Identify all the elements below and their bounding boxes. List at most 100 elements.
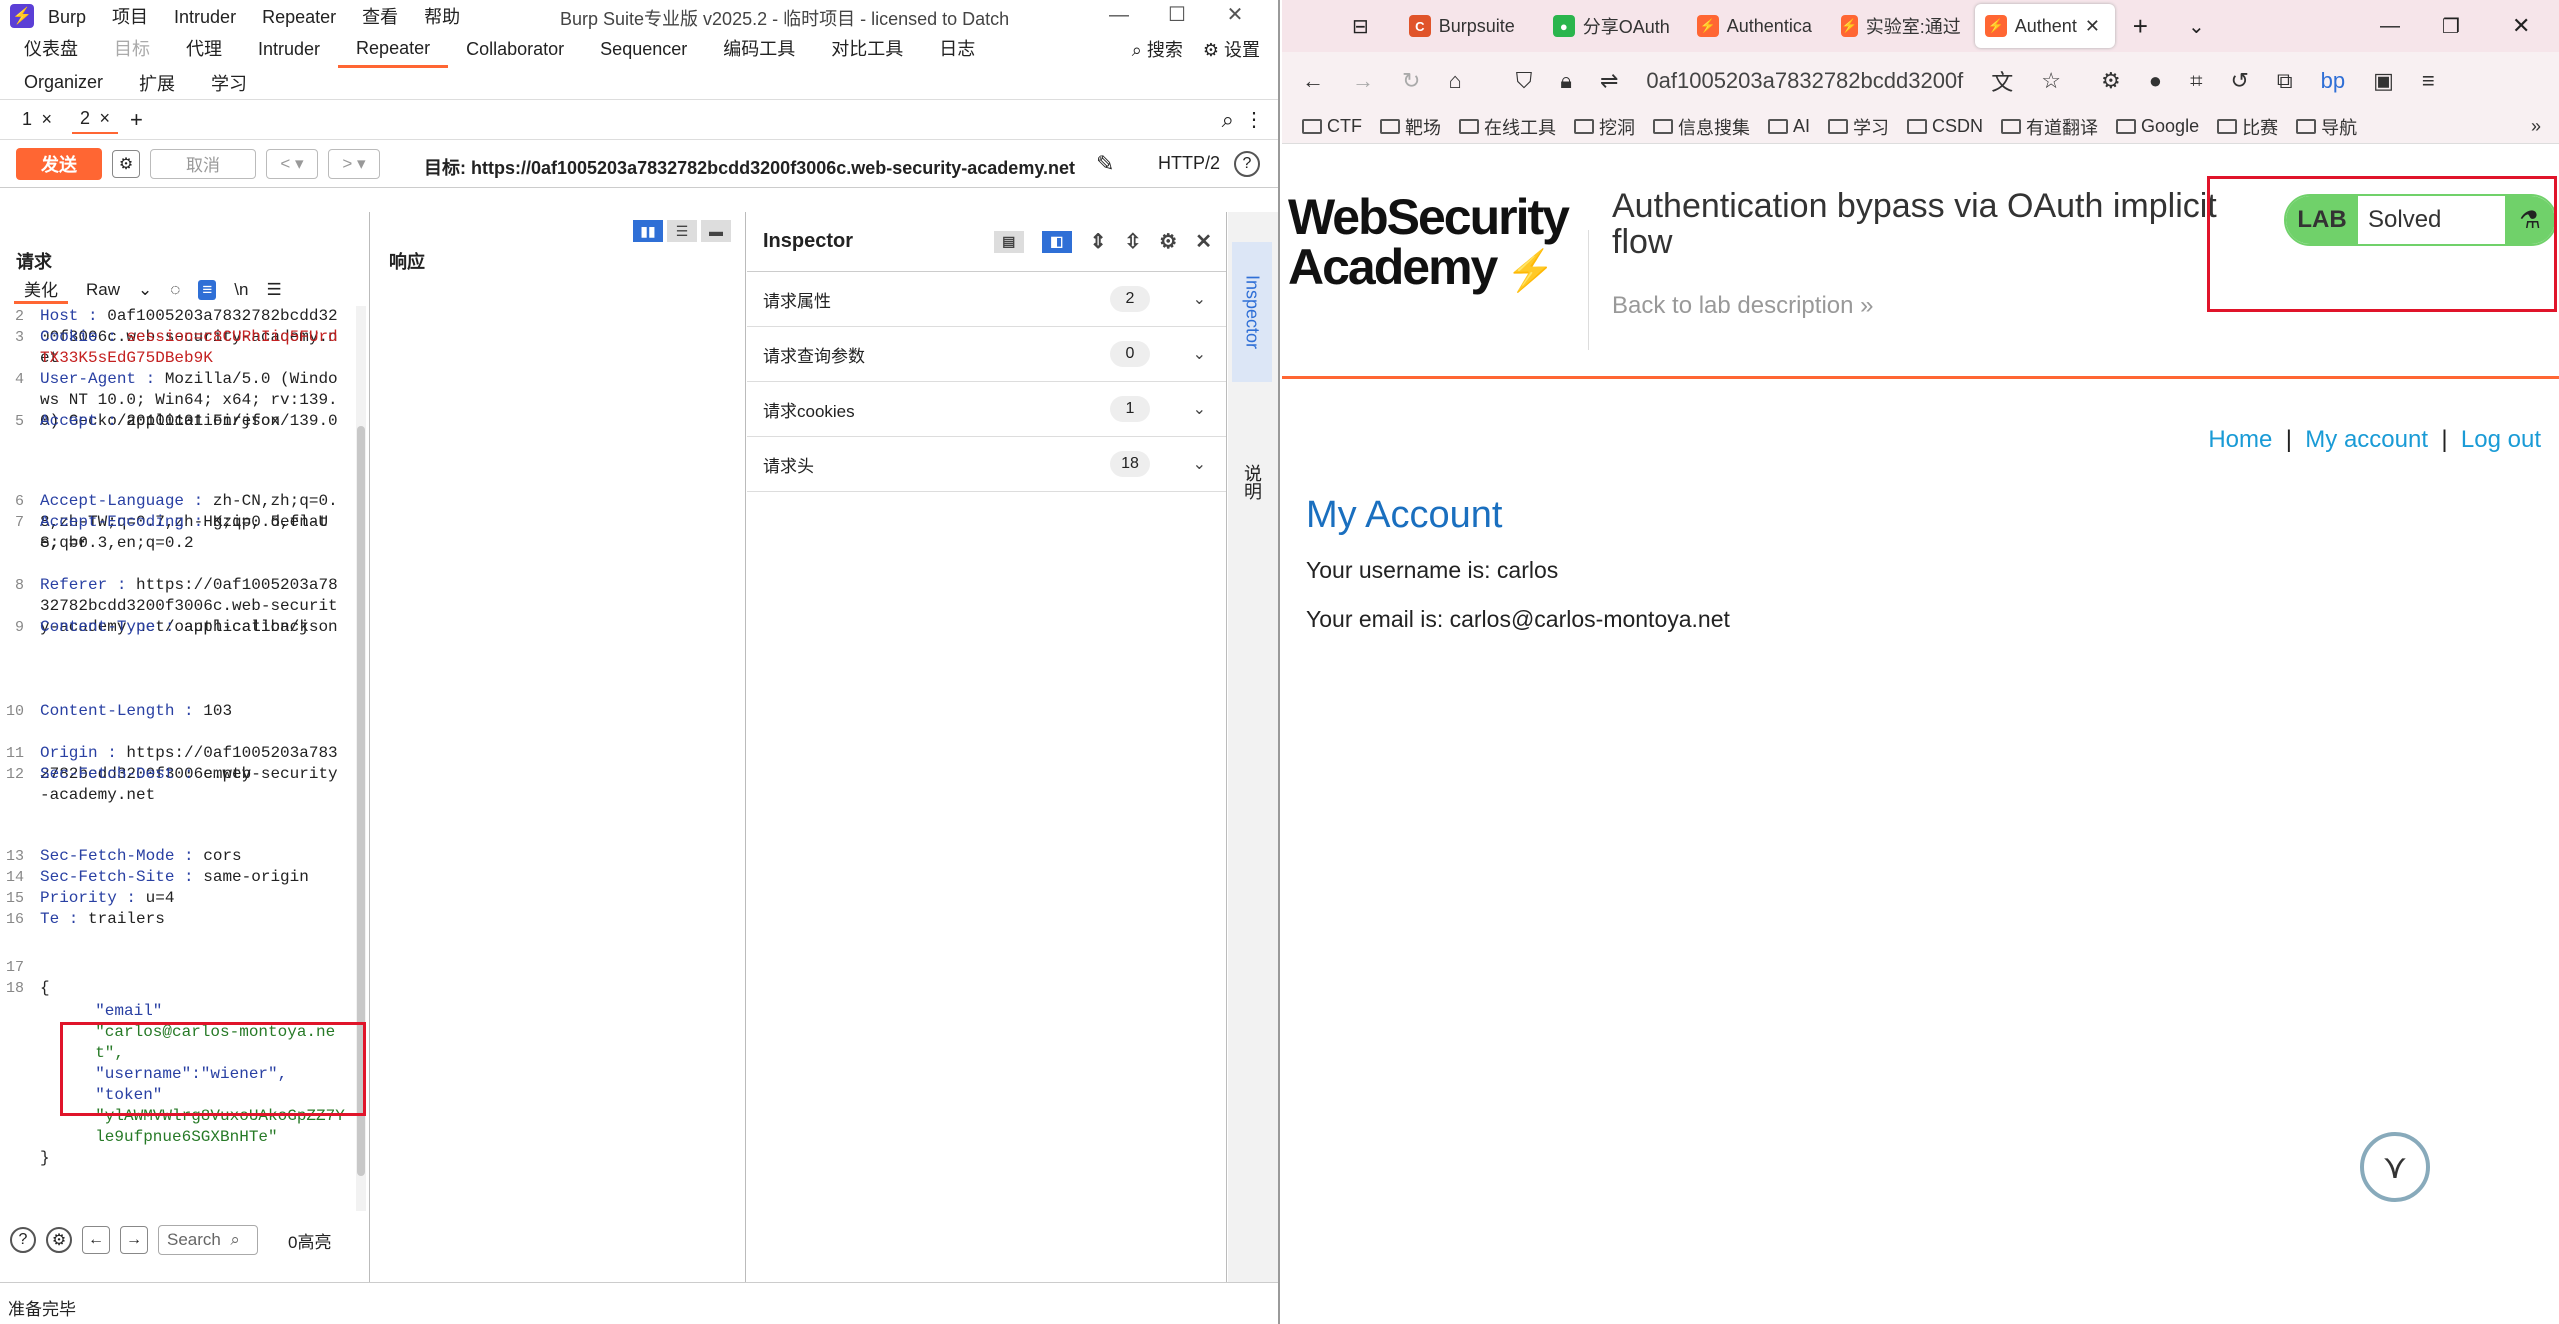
close-icon[interactable]: ✕ <box>2512 13 2530 39</box>
side-tab-notes[interactable]: 说明 <box>1232 432 1272 532</box>
chevron-right-icon[interactable]: » <box>2531 116 2559 137</box>
close-icon[interactable]: ✕ <box>2085 16 2100 37</box>
back-icon[interactable]: ← <box>1302 68 1324 94</box>
tab-organizer[interactable]: Organizer <box>6 72 121 93</box>
tab-comparer[interactable]: 对比工具 <box>813 32 921 66</box>
my-account-link[interactable]: My account <box>2305 426 2428 453</box>
tab-target[interactable]: 目标 <box>96 32 168 66</box>
bookmark-item[interactable]: 比赛 <box>2217 114 2278 140</box>
forward-history-button[interactable]: > ▾ <box>328 148 380 179</box>
burp-extension-icon[interactable]: bp <box>2321 68 2345 94</box>
cancel-button[interactable]: 取消 <box>150 148 256 179</box>
inspector-row-query[interactable]: 请求查询参数 0 ⌄ <box>747 327 1226 382</box>
back-to-description-link[interactable]: Back to lab description » <box>1612 292 1874 320</box>
send-settings-icon[interactable]: ⚙ <box>112 149 140 178</box>
shield-icon[interactable]: ⛉ <box>1516 68 1533 94</box>
newline-toggle[interactable]: \n <box>234 280 248 300</box>
prev-match-icon[interactable]: ← <box>82 1226 110 1254</box>
close-icon[interactable]: ✕ <box>1195 229 1212 254</box>
browser-tab-auth1[interactable]: ⚡ Authentica <box>1687 4 1827 48</box>
reload-icon[interactable]: ↻ <box>1402 68 1420 94</box>
help-icon[interactable]: ? <box>1234 150 1260 177</box>
search-input[interactable]: Search ⌕ <box>158 1225 258 1255</box>
chevron-down-icon[interactable]: ⌄ <box>2188 14 2205 39</box>
assistant-icon[interactable]: ⋎ <box>2360 1132 2430 1202</box>
gear-icon[interactable]: ⚙ <box>2101 68 2121 94</box>
forward-icon[interactable]: → <box>1352 68 1374 94</box>
search-button[interactable]: ⌕ 搜索 <box>1132 36 1183 62</box>
settings-button[interactable]: ⚙ 设置 <box>1203 36 1260 62</box>
tab-raw[interactable]: Raw <box>86 280 120 300</box>
inspector-split-icon[interactable]: ◧ <box>1041 230 1072 253</box>
address-bar[interactable]: 0af1005203a7832782bcdd3200f <box>1646 68 1963 94</box>
menu-repeater[interactable]: Repeater <box>262 7 336 27</box>
bookmark-item[interactable]: CSDN <box>1907 116 1983 137</box>
repeater-tab-2[interactable]: 2 × <box>72 105 118 134</box>
layout-tabs-icon[interactable]: ▬ <box>701 220 731 242</box>
bookmark-item[interactable]: 信息搜集 <box>1653 114 1750 140</box>
avatar[interactable]: ● <box>2149 68 2162 94</box>
menu-project[interactable]: 项目 <box>112 7 148 27</box>
tab-intruder[interactable]: Intruder <box>240 32 338 66</box>
bookmark-item[interactable]: 靶场 <box>1380 114 1441 140</box>
site-settings-icon[interactable]: ⇌ <box>1600 68 1618 94</box>
add-tab-icon[interactable]: + <box>130 107 143 133</box>
translate-icon[interactable]: 文 <box>1991 65 2013 97</box>
next-match-icon[interactable]: → <box>120 1226 148 1254</box>
tab-collaborator[interactable]: Collaborator <box>448 32 582 66</box>
menu-icon[interactable]: ≡ <box>2422 68 2435 94</box>
inspector-row-headers[interactable]: 请求头 18 ⌄ <box>747 437 1226 492</box>
browser-tab-active[interactable]: ⚡ Authent ✕ <box>1974 4 2115 48</box>
tab-decoder[interactable]: 编码工具 <box>705 32 813 66</box>
bookmark-item[interactable]: 挖洞 <box>1574 114 1635 140</box>
tab-extensions[interactable]: 扩展 <box>121 70 193 96</box>
http-version[interactable]: HTTP/2 <box>1158 153 1220 174</box>
menu-icon[interactable]: ☰ <box>266 280 281 300</box>
tab-repeater[interactable]: Repeater <box>338 31 449 68</box>
extensions-icon[interactable]: ⧉ <box>2277 68 2293 94</box>
tab-dashboard[interactable]: 仪表盘 <box>6 32 96 66</box>
bookmark-item[interactable]: 导航 <box>2296 114 2357 140</box>
inspector-row-cookies[interactable]: 请求cookies 1 ⌄ <box>747 382 1226 437</box>
hide-icon[interactable]: ◌ <box>170 280 180 300</box>
expand-icon[interactable]: ⇕ <box>1090 229 1107 254</box>
tab-sequencer[interactable]: Sequencer <box>582 32 705 66</box>
tab-overview-icon[interactable]: ⊟ <box>1352 14 1369 39</box>
gear-icon[interactable]: ⚙ <box>46 1227 72 1253</box>
help-icon[interactable]: ? <box>10 1227 36 1253</box>
home-link[interactable]: Home <box>2208 426 2272 453</box>
side-tab-inspector[interactable]: Inspector <box>1232 242 1272 382</box>
browser-tab-lab[interactable]: ⚡ 实验室:通过 <box>1831 4 1971 48</box>
search-icon[interactable]: ⌕ <box>1222 107 1234 133</box>
menu-view[interactable]: 查看 <box>362 7 398 27</box>
layout-columns-icon[interactable]: ▮▮ <box>633 220 663 242</box>
bookmark-item[interactable]: AI <box>1768 116 1810 137</box>
bookmark-item[interactable]: Google <box>2116 116 2199 137</box>
more-icon[interactable]: ⋮ <box>1244 107 1264 132</box>
bookmark-item[interactable]: CTF <box>1302 116 1362 137</box>
menu-intruder[interactable]: Intruder <box>174 7 236 27</box>
close-icon[interactable]: ✕ <box>1206 0 1264 30</box>
menu-help[interactable]: 帮助 <box>424 7 460 27</box>
back-history-button[interactable]: < ▾ <box>266 148 318 179</box>
new-tab-icon[interactable]: + <box>2133 11 2148 42</box>
bookmark-item[interactable]: 学习 <box>1828 114 1889 140</box>
edit-target-icon[interactable]: ✎ <box>1096 151 1114 177</box>
wrap-icon[interactable]: ≡ <box>198 280 217 300</box>
minimize-icon[interactable]: — <box>1090 0 1148 30</box>
inspector-list-icon[interactable]: ▤ <box>993 230 1024 253</box>
close-icon[interactable]: × <box>99 108 110 129</box>
history-icon[interactable]: ↺ <box>2230 68 2248 94</box>
target-url[interactable]: 目标: https://0af1005203a7832782bcdd3200f3… <box>424 154 1075 180</box>
maximize-icon[interactable]: ❐ <box>2442 14 2460 39</box>
minimize-icon[interactable]: — <box>2380 15 2400 38</box>
home-icon[interactable]: ⌂ <box>1448 68 1461 94</box>
tab-logger[interactable]: 日志 <box>921 32 993 66</box>
tab-pretty[interactable]: 美化 <box>14 276 68 304</box>
menu-burp[interactable]: Burp <box>48 7 86 27</box>
bookmark-item[interactable]: 有道翻译 <box>2001 114 2098 140</box>
gear-icon[interactable]: ⚙ <box>1159 229 1177 254</box>
maximize-icon[interactable]: ☐ <box>1148 0 1206 30</box>
browser-tab-burpsuite[interactable]: C Burpsuite <box>1399 4 1539 48</box>
layout-rows-icon[interactable]: ☰ <box>667 220 697 242</box>
